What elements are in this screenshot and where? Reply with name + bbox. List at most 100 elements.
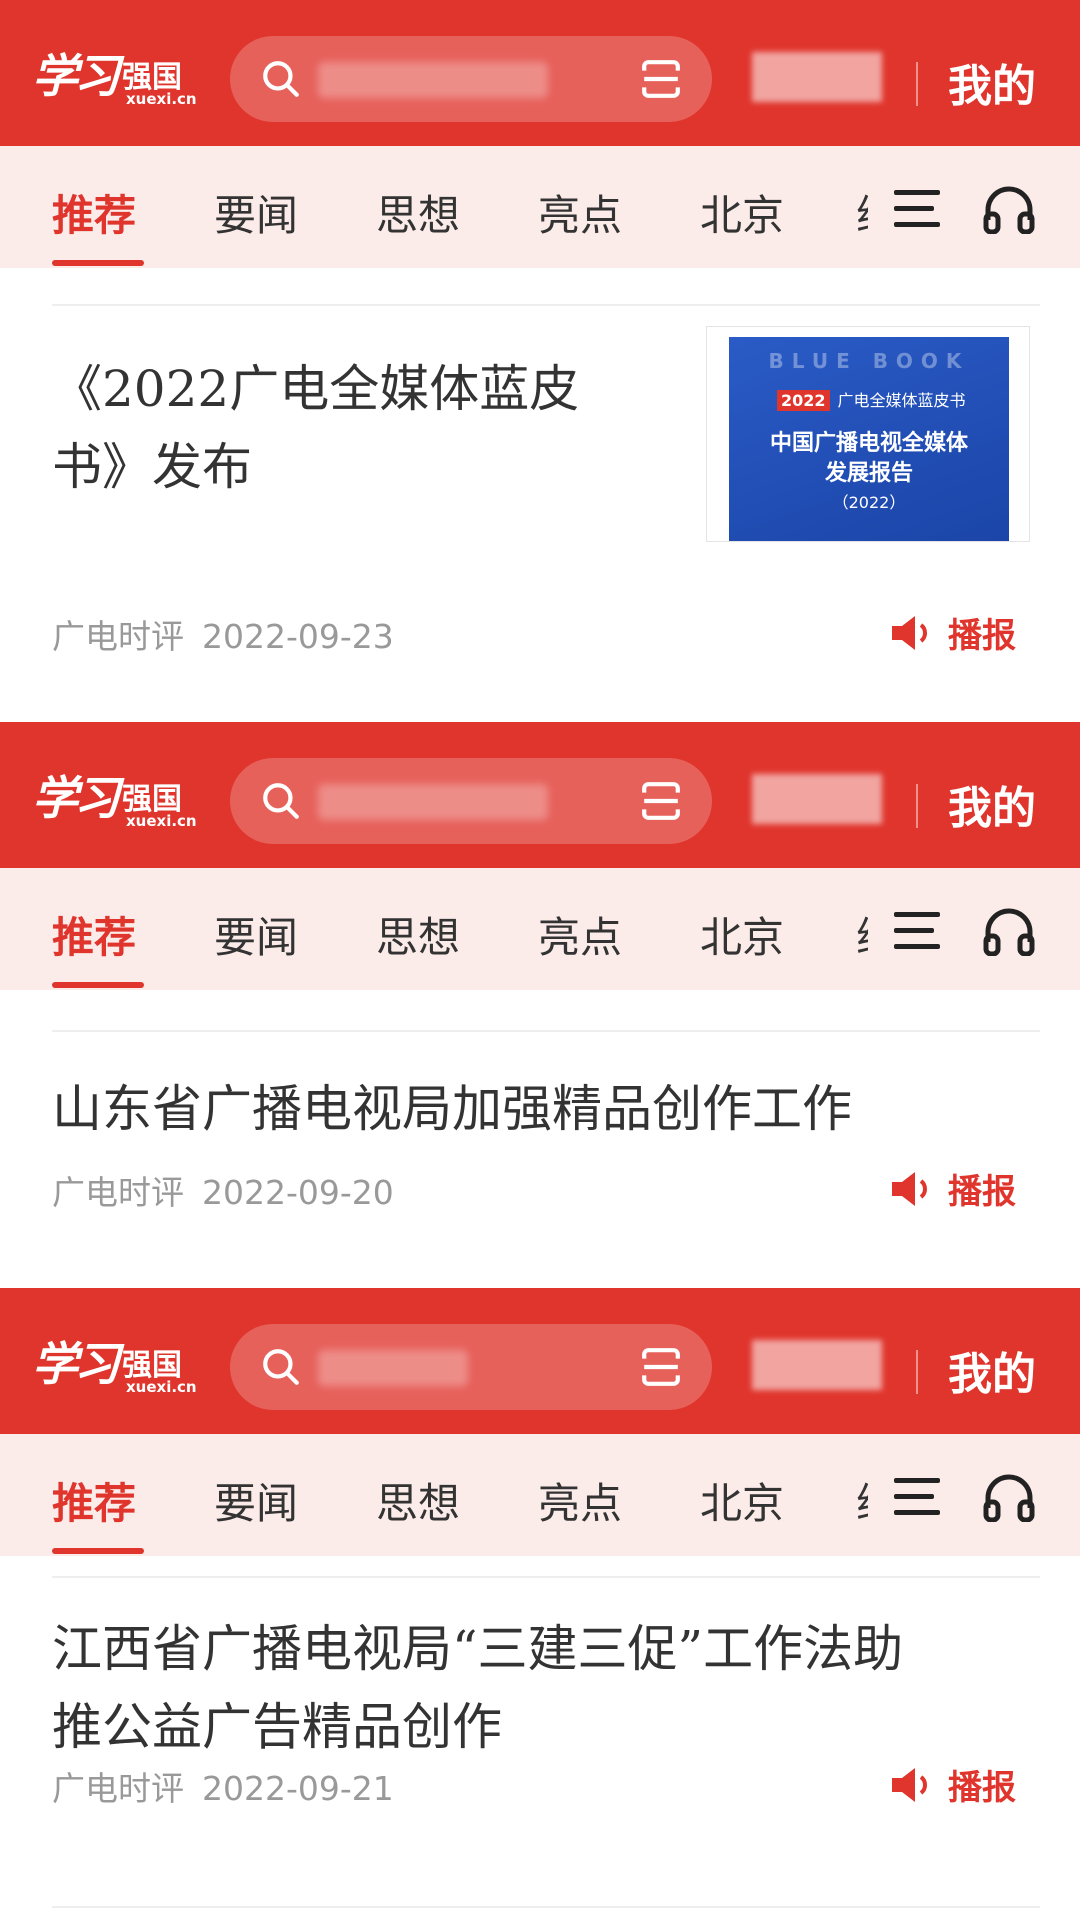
headphone-icon[interactable] <box>982 906 1036 956</box>
search-icon <box>263 61 299 97</box>
article-card[interactable]: 《2022广电全媒体蓝皮 书》发布 BLUE BOOK 2022 广电全媒体蓝皮书… <box>0 268 1080 722</box>
tab-recommend[interactable]: 推荐 <box>52 904 136 965</box>
tab-highlights[interactable]: 亮点 <box>538 904 622 965</box>
blurred-score <box>752 774 882 824</box>
scan-icon[interactable] <box>640 58 682 100</box>
broadcast-button[interactable]: 播报 <box>890 608 1016 657</box>
article-title: 山东省广播电视局加强精品创作工作 <box>52 1070 852 1148</box>
app-header: 学习 强国 xuexi.cn 我的 <box>0 722 1080 868</box>
menu-icon[interactable] <box>892 910 942 952</box>
active-tab-indicator <box>52 1548 144 1554</box>
menu-icon[interactable] <box>892 1476 942 1518</box>
tab-recommend[interactable]: 推荐 <box>52 182 136 243</box>
logo-script: 学习 <box>32 771 120 825</box>
screenshot-panel-2: 学习 强国 xuexi.cn 我的 推荐 要闻 思想 亮点 北京 综 山东省广播… <box>0 722 1080 1288</box>
channel-tabs: 推荐 要闻 思想 亮点 北京 综 <box>0 868 1080 990</box>
article-meta: 广电时评 2022-09-20 <box>52 1166 394 1214</box>
header-divider <box>916 62 918 106</box>
tab-highlights[interactable]: 亮点 <box>538 1470 622 1531</box>
article-title-line: 山东省广播电视局加强精品创作工作 <box>52 1080 852 1138</box>
mine-button[interactable]: 我的 <box>948 50 1036 114</box>
channel-tabs: 推荐 要闻 思想 亮点 北京 综 <box>0 146 1080 268</box>
search-bar[interactable] <box>230 36 712 122</box>
card-divider <box>52 1030 1040 1032</box>
channel-tabs: 推荐 要闻 思想 亮点 北京 综 <box>0 1434 1080 1556</box>
book-cover-top: BLUE BOOK <box>768 349 970 373</box>
screenshot-panel-1: 学习 强国 xuexi.cn 我的 推荐 要闻 思想 亮点 北京 综 《2022… <box>0 0 1080 722</box>
tab-news[interactable]: 要闻 <box>214 1470 298 1531</box>
article-date: 2022-09-23 <box>202 617 394 656</box>
logo-script: 学习 <box>32 1337 120 1391</box>
menu-icon[interactable] <box>892 188 942 230</box>
article-title: 《2022广电全媒体蓝皮 书》发布 <box>52 350 579 506</box>
tab-beijing[interactable]: 北京 <box>700 904 784 965</box>
scan-icon[interactable] <box>640 1346 682 1388</box>
broadcast-button[interactable]: 播报 <box>890 1760 1016 1809</box>
logo-script: 学习 <box>32 49 120 103</box>
broadcast-label: 播报 <box>948 1768 1016 1808</box>
headphone-icon[interactable] <box>982 1472 1036 1522</box>
article-title-line: 推公益广告精品创作 <box>52 1698 502 1756</box>
broadcast-button[interactable]: 播报 <box>890 1164 1016 1213</box>
logo-en: xuexi.cn <box>126 1378 197 1396</box>
search-bar[interactable] <box>230 758 712 844</box>
blurred-search-placeholder <box>318 784 548 820</box>
tab-beijing[interactable]: 北京 <box>700 182 784 243</box>
tab-news[interactable]: 要闻 <box>214 904 298 965</box>
card-divider <box>52 1906 1040 1908</box>
tab-overflow-fragment: 综 <box>856 1470 868 1531</box>
headphone-icon[interactable] <box>982 184 1036 234</box>
app-header: 学习 强国 xuexi.cn 我的 <box>0 1288 1080 1434</box>
screenshot-panel-3: 学习 强国 xuexi.cn 我的 推荐 要闻 思想 亮点 北京 综 江西省广播… <box>0 1288 1080 1926</box>
active-tab-indicator <box>52 982 144 988</box>
tab-beijing[interactable]: 北京 <box>700 1470 784 1531</box>
tab-overflow-fragment: 综 <box>856 182 868 243</box>
search-icon <box>263 1349 299 1385</box>
xuexi-logo[interactable]: 学习 强国 xuexi.cn <box>32 756 197 836</box>
speaker-icon <box>892 1171 927 1206</box>
card-divider <box>52 1576 1040 1578</box>
article-source: 广电时评 <box>52 1173 184 1212</box>
book-title: 发展报告 <box>824 460 913 486</box>
tab-news[interactable]: 要闻 <box>214 182 298 243</box>
blurred-search-placeholder <box>318 62 548 98</box>
book-cover: BLUE BOOK 2022 广电全媒体蓝皮书 中国广播电视全媒体 发展报告 （2… <box>729 337 1009 541</box>
article-card[interactable]: 山东省广播电视局加强精品创作工作 广电时评 2022-09-20 播报 <box>0 990 1080 1288</box>
tab-recommend[interactable]: 推荐 <box>52 1470 136 1531</box>
tab-thought[interactable]: 思想 <box>376 182 460 243</box>
mine-button[interactable]: 我的 <box>948 772 1036 836</box>
book-subtitle: 2022 广电全媒体蓝皮书 <box>777 387 966 411</box>
mine-button[interactable]: 我的 <box>948 1338 1036 1402</box>
article-title: 江西省广播电视局“三建三促”工作法助 推公益广告精品创作 <box>52 1610 903 1766</box>
tab-thought[interactable]: 思想 <box>376 1470 460 1531</box>
broadcast-label: 播报 <box>948 1172 1016 1212</box>
card-divider <box>52 304 1040 306</box>
active-tab-indicator <box>52 260 144 266</box>
broadcast-label: 播报 <box>948 616 1016 656</box>
article-title-line: 江西省广播电视局“三建三促”工作法助 <box>52 1620 904 1678</box>
blurred-score <box>752 52 882 102</box>
article-date: 2022-09-20 <box>202 1173 394 1212</box>
logo-en: xuexi.cn <box>126 812 197 830</box>
article-title-line: 《2022广电全媒体蓝皮 <box>52 360 580 418</box>
speaker-icon <box>892 1767 927 1802</box>
header-divider <box>916 784 918 828</box>
tab-thought[interactable]: 思想 <box>376 904 460 965</box>
logo-en: xuexi.cn <box>126 90 197 108</box>
search-bar[interactable] <box>230 1324 712 1410</box>
article-card[interactable]: 江西省广播电视局“三建三促”工作法助 推公益广告精品创作 广电时评 2022-09… <box>0 1556 1080 1926</box>
xuexi-logo[interactable]: 学习 强国 xuexi.cn <box>32 34 197 114</box>
article-meta: 广电时评 2022-09-23 <box>52 610 394 658</box>
speaker-icon <box>892 615 927 650</box>
book-title: 中国广播电视全媒体 <box>769 430 968 456</box>
article-meta: 广电时评 2022-09-21 <box>52 1762 394 1810</box>
article-source: 广电时评 <box>52 617 184 656</box>
scan-icon[interactable] <box>640 780 682 822</box>
blurred-search-placeholder <box>318 1350 468 1386</box>
tab-highlights[interactable]: 亮点 <box>538 182 622 243</box>
xuexi-logo[interactable]: 学习 强国 xuexi.cn <box>32 1322 197 1402</box>
article-date: 2022-09-21 <box>202 1769 394 1808</box>
book-year: （2022） <box>832 493 906 512</box>
book-badge: 2022 <box>777 390 830 411</box>
tab-overflow-fragment: 综 <box>856 904 868 965</box>
